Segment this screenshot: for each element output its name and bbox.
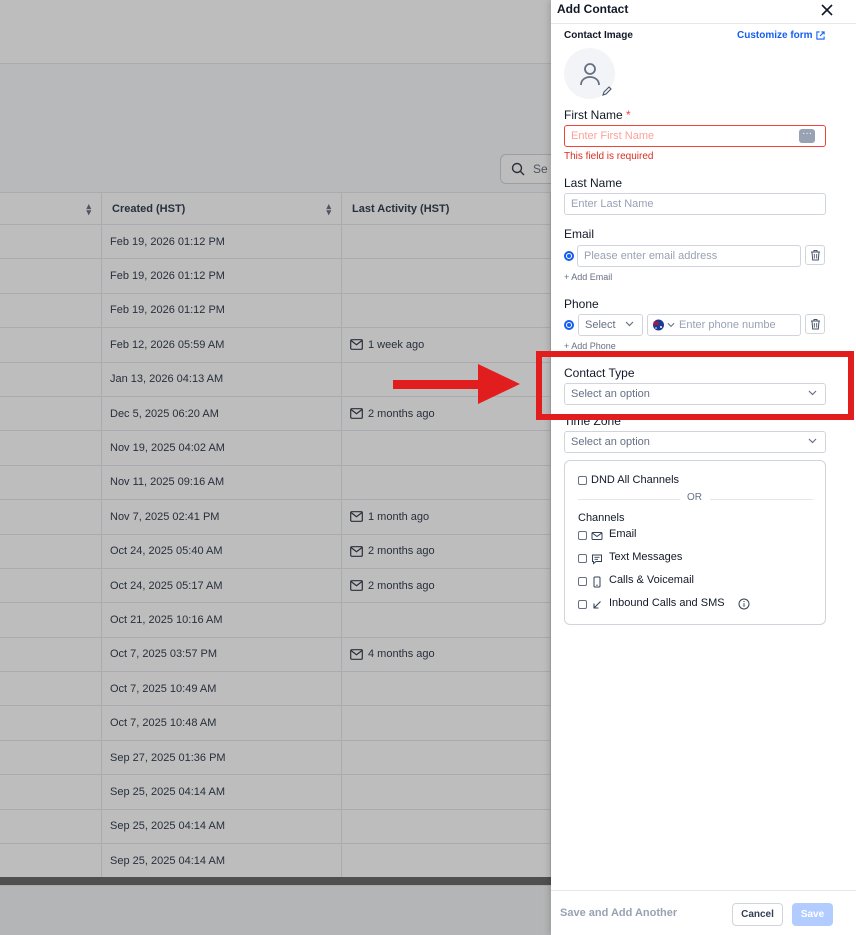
phone-icon <box>593 576 601 588</box>
channel-inbound-checkbox[interactable] <box>578 600 587 609</box>
email-primary-radio[interactable] <box>564 251 574 261</box>
external-link-icon <box>815 31 825 40</box>
flag-icon[interactable] <box>652 319 665 331</box>
customize-form-link[interactable]: Customize form <box>737 30 825 41</box>
annotation-arrow-icon <box>393 364 520 404</box>
divider <box>710 499 813 500</box>
background-page: Se ▴ ▾ Created (HST) ▴ ▾ Last Activity (HS… <box>0 0 551 935</box>
channel-sms-checkbox[interactable] <box>578 554 587 563</box>
channel-calls-checkbox[interactable] <box>578 577 587 586</box>
drawer-title: Add Contact <box>557 2 629 16</box>
chevron-down-icon <box>808 438 817 444</box>
first-name-label-text: First Name <box>564 108 623 122</box>
first-name-placeholder: Enter First Name <box>571 130 655 142</box>
or-separator: OR <box>687 492 702 503</box>
drawer-header: Add Contact <box>551 0 856 24</box>
annotation-highlight-box <box>536 351 854 420</box>
time-zone-placeholder: Select an option <box>571 436 650 448</box>
trash-icon <box>810 250 820 261</box>
channel-sms-label: Text Messages <box>609 551 683 563</box>
email-input[interactable]: Please enter email address <box>577 245 801 267</box>
user-icon <box>579 62 600 85</box>
email-label: Email <box>564 227 595 241</box>
phone-primary-radio[interactable] <box>564 320 574 330</box>
cancel-button[interactable]: Cancel <box>732 903 783 926</box>
more-options-icon[interactable]: ··· <box>799 129 815 143</box>
time-zone-select[interactable]: Select an option <box>564 431 826 453</box>
channels-label: Channels <box>578 512 625 524</box>
channel-email-label: Email <box>609 528 637 540</box>
first-name-error: This field is required <box>564 151 654 162</box>
chevron-down-icon[interactable] <box>667 322 675 328</box>
chevron-down-icon <box>625 321 634 327</box>
phone-type-select[interactable]: Select <box>578 314 643 336</box>
phone-input[interactable]: Enter phone numbe <box>647 314 801 336</box>
add-phone-link[interactable]: + Add Phone <box>564 341 616 351</box>
channel-calls-label: Calls & Voicemail <box>609 574 694 586</box>
phone-label: Phone <box>564 297 599 311</box>
channel-inbound-label: Inbound Calls and SMS <box>609 597 725 609</box>
drawer-footer: Save and Add Another Cancel Save <box>551 890 856 935</box>
trash-icon <box>810 319 820 330</box>
customize-form-label: Customize form <box>737 30 813 41</box>
required-asterisk: * <box>626 108 631 122</box>
last-name-input[interactable]: Enter Last Name <box>564 193 826 215</box>
dnd-settings-panel: DND All Channels OR Channels Email Text … <box>564 460 826 625</box>
phone-type-value: Select <box>585 319 616 331</box>
message-icon <box>592 554 602 565</box>
delete-email-button[interactable] <box>805 245 825 265</box>
email-placeholder: Please enter email address <box>584 250 718 262</box>
contact-image-label: Contact Image <box>564 30 633 41</box>
dnd-all-checkbox[interactable] <box>578 476 587 485</box>
arrow-down-left-icon <box>593 601 601 609</box>
first-name-label: First Name * <box>564 108 631 122</box>
save-and-add-another-button[interactable]: Save and Add Another <box>560 907 677 919</box>
add-email-link[interactable]: + Add Email <box>564 272 612 282</box>
pencil-icon[interactable] <box>601 85 613 97</box>
dnd-all-label: DND All Channels <box>591 474 680 486</box>
channel-email-checkbox[interactable] <box>578 531 587 540</box>
save-button[interactable]: Save <box>792 903 833 926</box>
add-contact-drawer: Add Contact Contact Image Customize form… <box>551 0 856 935</box>
last-name-label: Last Name <box>564 176 623 190</box>
mail-icon <box>591 532 603 540</box>
phone-placeholder: Enter phone numbe <box>679 319 776 331</box>
divider <box>578 499 680 500</box>
last-name-placeholder: Enter Last Name <box>571 198 654 210</box>
delete-phone-button[interactable] <box>805 314 825 334</box>
modal-backdrop[interactable] <box>0 0 551 935</box>
close-icon[interactable] <box>819 2 835 18</box>
info-icon[interactable] <box>738 598 750 610</box>
first-name-input[interactable]: Enter First Name ··· <box>564 125 826 147</box>
